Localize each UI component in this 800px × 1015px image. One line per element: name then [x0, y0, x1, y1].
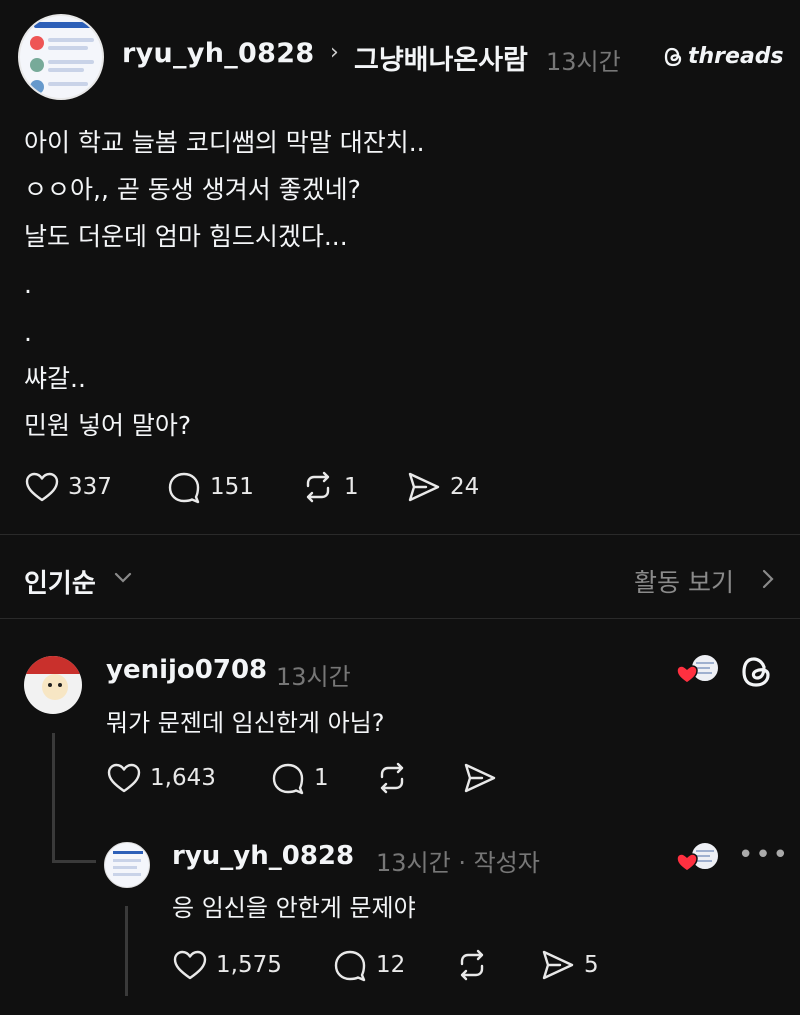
- threads-logo-icon: [664, 47, 682, 66]
- post-line-2: ㅇㅇ아,, 곧 동생 생겨서 좋겠네?: [24, 175, 361, 204]
- repost-icon: [460, 949, 484, 981]
- reply-like-count: 1,575: [216, 952, 282, 978]
- comment-reply-button[interactable]: 1: [270, 760, 329, 796]
- post-line-4: .: [24, 270, 32, 299]
- threads-brand: threads: [664, 44, 784, 69]
- thread-line: [52, 860, 96, 863]
- topic-chevron-icon: ›: [330, 40, 339, 65]
- share-button[interactable]: 24: [406, 469, 479, 505]
- comment-reply-count: 1: [314, 765, 329, 791]
- like-count: 337: [68, 474, 112, 500]
- author-avatar[interactable]: [18, 14, 104, 100]
- author-username[interactable]: ryu_yh_0828: [122, 38, 314, 69]
- heart-icon: [107, 763, 141, 793]
- repost-icon: [306, 471, 330, 503]
- comment-avatar[interactable]: [24, 656, 82, 714]
- author-liked-icon: [676, 653, 720, 684]
- comment-like-count: 1,643: [150, 765, 216, 791]
- divider: [0, 618, 800, 619]
- thread-line: [52, 733, 55, 863]
- reply-text: 응 임신을 안한게 문제야: [172, 894, 416, 922]
- share-icon: [408, 472, 440, 502]
- divider: [0, 534, 800, 535]
- post-time: 13시간: [546, 48, 621, 76]
- heart-icon: [173, 950, 207, 980]
- post-line-6: 쌰갈..: [24, 364, 86, 393]
- comment-like-button[interactable]: 1,643: [106, 760, 216, 796]
- comment-icon: [168, 472, 200, 504]
- reply-username[interactable]: ryu_yh_0828: [172, 841, 354, 871]
- repost-count: 1: [344, 474, 359, 500]
- post-line-1: 아이 학교 늘봄 코디쌤의 막말 대잔치..: [24, 128, 425, 157]
- like-button[interactable]: 337: [24, 469, 112, 505]
- comment-text: 뭐가 문젠데 임신한게 아님?: [106, 709, 385, 737]
- repost-icon: [380, 762, 404, 794]
- comment-icon: [334, 950, 366, 982]
- comment-username[interactable]: yenijo0708: [106, 655, 267, 685]
- chevron-right-icon[interactable]: [758, 568, 778, 590]
- sort-dropdown[interactable]: 인기순: [24, 563, 96, 600]
- comment-button[interactable]: 151: [166, 469, 254, 505]
- threads-wordmark: threads: [688, 44, 784, 69]
- comment-count: 151: [210, 474, 254, 500]
- more-icon[interactable]: •••: [738, 840, 790, 870]
- post-line-7: 민원 넣어 말아?: [24, 411, 192, 440]
- share-count: 24: [450, 474, 480, 500]
- share-icon: [542, 950, 574, 980]
- thread-line: [125, 906, 128, 996]
- comment-icon: [272, 763, 304, 795]
- view-activity-link[interactable]: 활동 보기: [634, 563, 734, 599]
- reply-share-button[interactable]: 5: [540, 947, 599, 983]
- threads-logo-icon[interactable]: [740, 654, 774, 690]
- comment-repost-button[interactable]: [374, 760, 410, 796]
- post-line-5: .: [24, 318, 32, 347]
- reply-repost-button[interactable]: [454, 947, 490, 983]
- heart-icon: [25, 472, 59, 502]
- reply-share-count: 5: [584, 952, 599, 978]
- reply-reply-count: 12: [376, 952, 406, 978]
- topic-tag[interactable]: 그냥배나온사람: [354, 38, 528, 77]
- reply-reply-button[interactable]: 12: [332, 947, 405, 983]
- post-line-3: 날도 더운데 엄마 힘드시겠다...: [24, 222, 348, 251]
- author-liked-icon: [676, 841, 720, 872]
- chevron-down-icon[interactable]: [112, 566, 134, 588]
- share-icon: [464, 763, 496, 793]
- reply-avatar[interactable]: [104, 842, 150, 888]
- repost-button[interactable]: 1: [300, 469, 359, 505]
- comment-share-button[interactable]: [462, 760, 498, 796]
- reply-like-button[interactable]: 1,575: [172, 947, 282, 983]
- comment-time: 13시간: [276, 663, 351, 691]
- reply-time: 13시간 · 작성자: [376, 849, 540, 877]
